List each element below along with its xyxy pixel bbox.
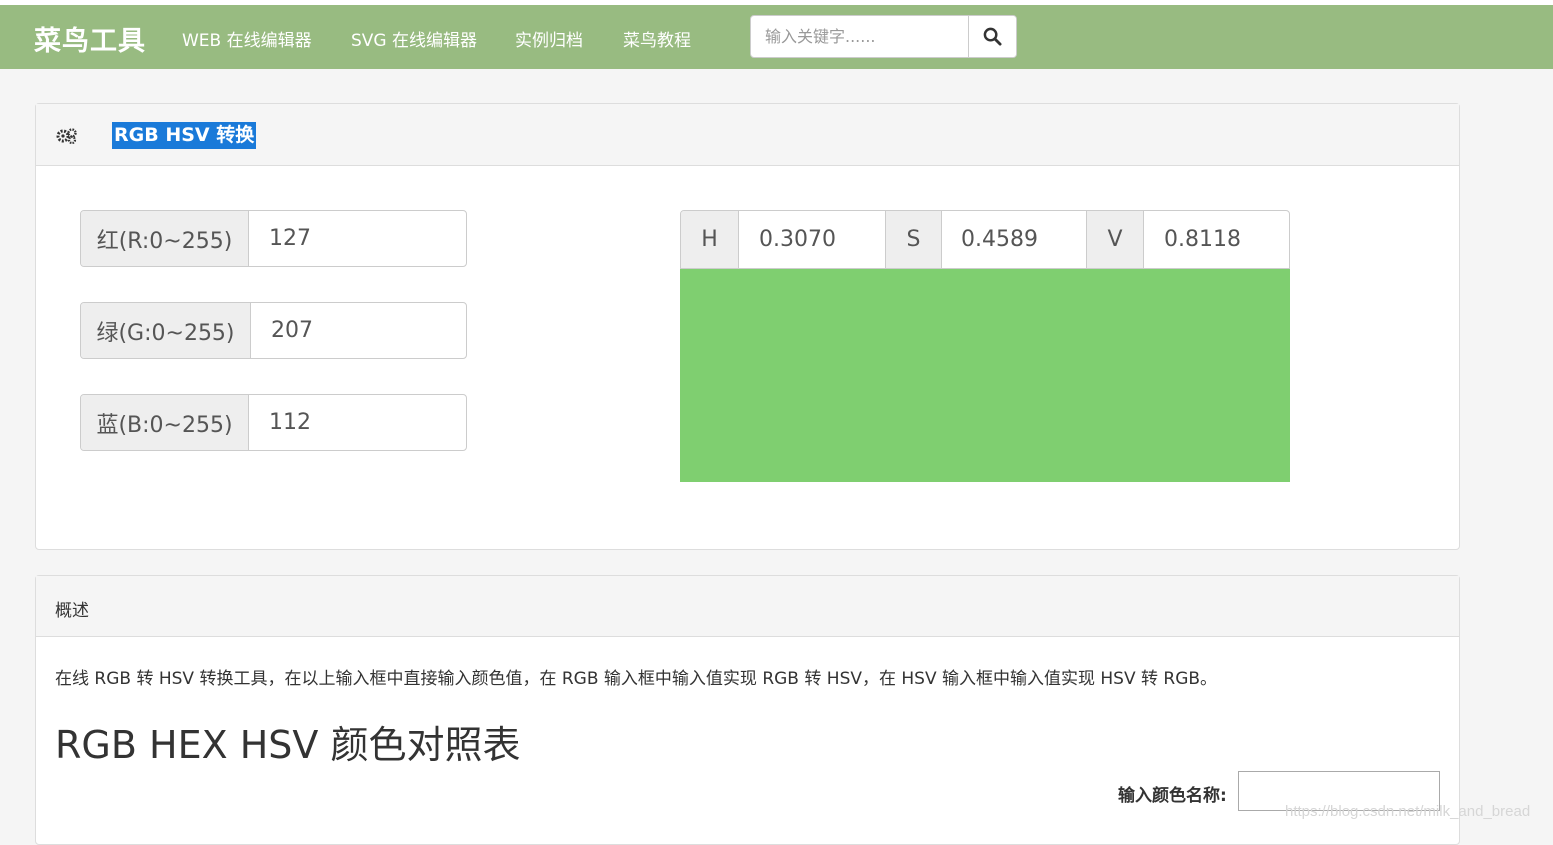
red-input[interactable]: 127 [249, 211, 466, 266]
watermark: https://blog.csdn.net/milk_and_bread [1285, 803, 1531, 820]
nav-link-examples[interactable]: 实例归档 [515, 26, 583, 51]
color-preview-swatch [680, 269, 1290, 482]
h-label: H [681, 211, 739, 268]
green-input[interactable]: 207 [251, 303, 466, 358]
nav-link-svg-editor[interactable]: SVG 在线编辑器 [351, 26, 477, 51]
blue-input[interactable]: 112 [249, 395, 466, 450]
search-button[interactable] [968, 16, 1016, 57]
s-label: S [885, 211, 942, 268]
overview-panel: 概述 在线 RGB 转 HSV 转换工具，在以上输入框中直接输入颜色值，在 RG… [35, 575, 1460, 845]
navbar: 菜鸟工具 WEB 在线编辑器 SVG 在线编辑器 实例归档 菜鸟教程 [0, 5, 1553, 69]
cogs-icon [56, 128, 77, 144]
brand-logo[interactable]: 菜鸟工具 [34, 19, 146, 58]
v-input[interactable]: 0.8118 [1144, 211, 1289, 268]
overview-description: 在线 RGB 转 HSV 转换工具，在以上输入框中直接输入颜色值，在 RGB 输… [55, 669, 1218, 689]
color-table-heading: RGB HEX HSV 颜色对照表 [55, 723, 521, 767]
green-input-group: 绿(G:0~255) 207 [80, 302, 467, 359]
color-name-label: 输入颜色名称: [1118, 786, 1227, 806]
blue-input-group: 蓝(B:0~255) 112 [80, 394, 467, 451]
converter-title: RGB HSV 转换 [112, 122, 257, 149]
v-label: V [1086, 211, 1144, 268]
hsv-input-group: H 0.3070 S 0.4589 V 0.8118 [680, 210, 1290, 269]
h-input[interactable]: 0.3070 [739, 211, 885, 268]
nav-link-tutorial[interactable]: 菜鸟教程 [623, 26, 691, 51]
overview-title: 概述 [55, 601, 89, 621]
blue-label: 蓝(B:0~255) [81, 395, 249, 450]
s-input[interactable]: 0.4589 [941, 211, 1087, 268]
converter-panel-heading: RGB HSV 转换 [36, 104, 1459, 166]
search-box [750, 15, 1017, 58]
overview-panel-heading: 概述 [36, 576, 1459, 637]
search-input[interactable] [751, 16, 968, 57]
red-input-group: 红(R:0~255) 127 [80, 210, 467, 267]
red-label: 红(R:0~255) [81, 211, 249, 266]
converter-panel: RGB HSV 转换 红(R:0~255) 127 绿(G:0~255) 207… [35, 103, 1460, 550]
green-label: 绿(G:0~255) [81, 303, 251, 358]
nav-link-web-editor[interactable]: WEB 在线编辑器 [182, 26, 312, 51]
search-icon [983, 27, 1002, 46]
